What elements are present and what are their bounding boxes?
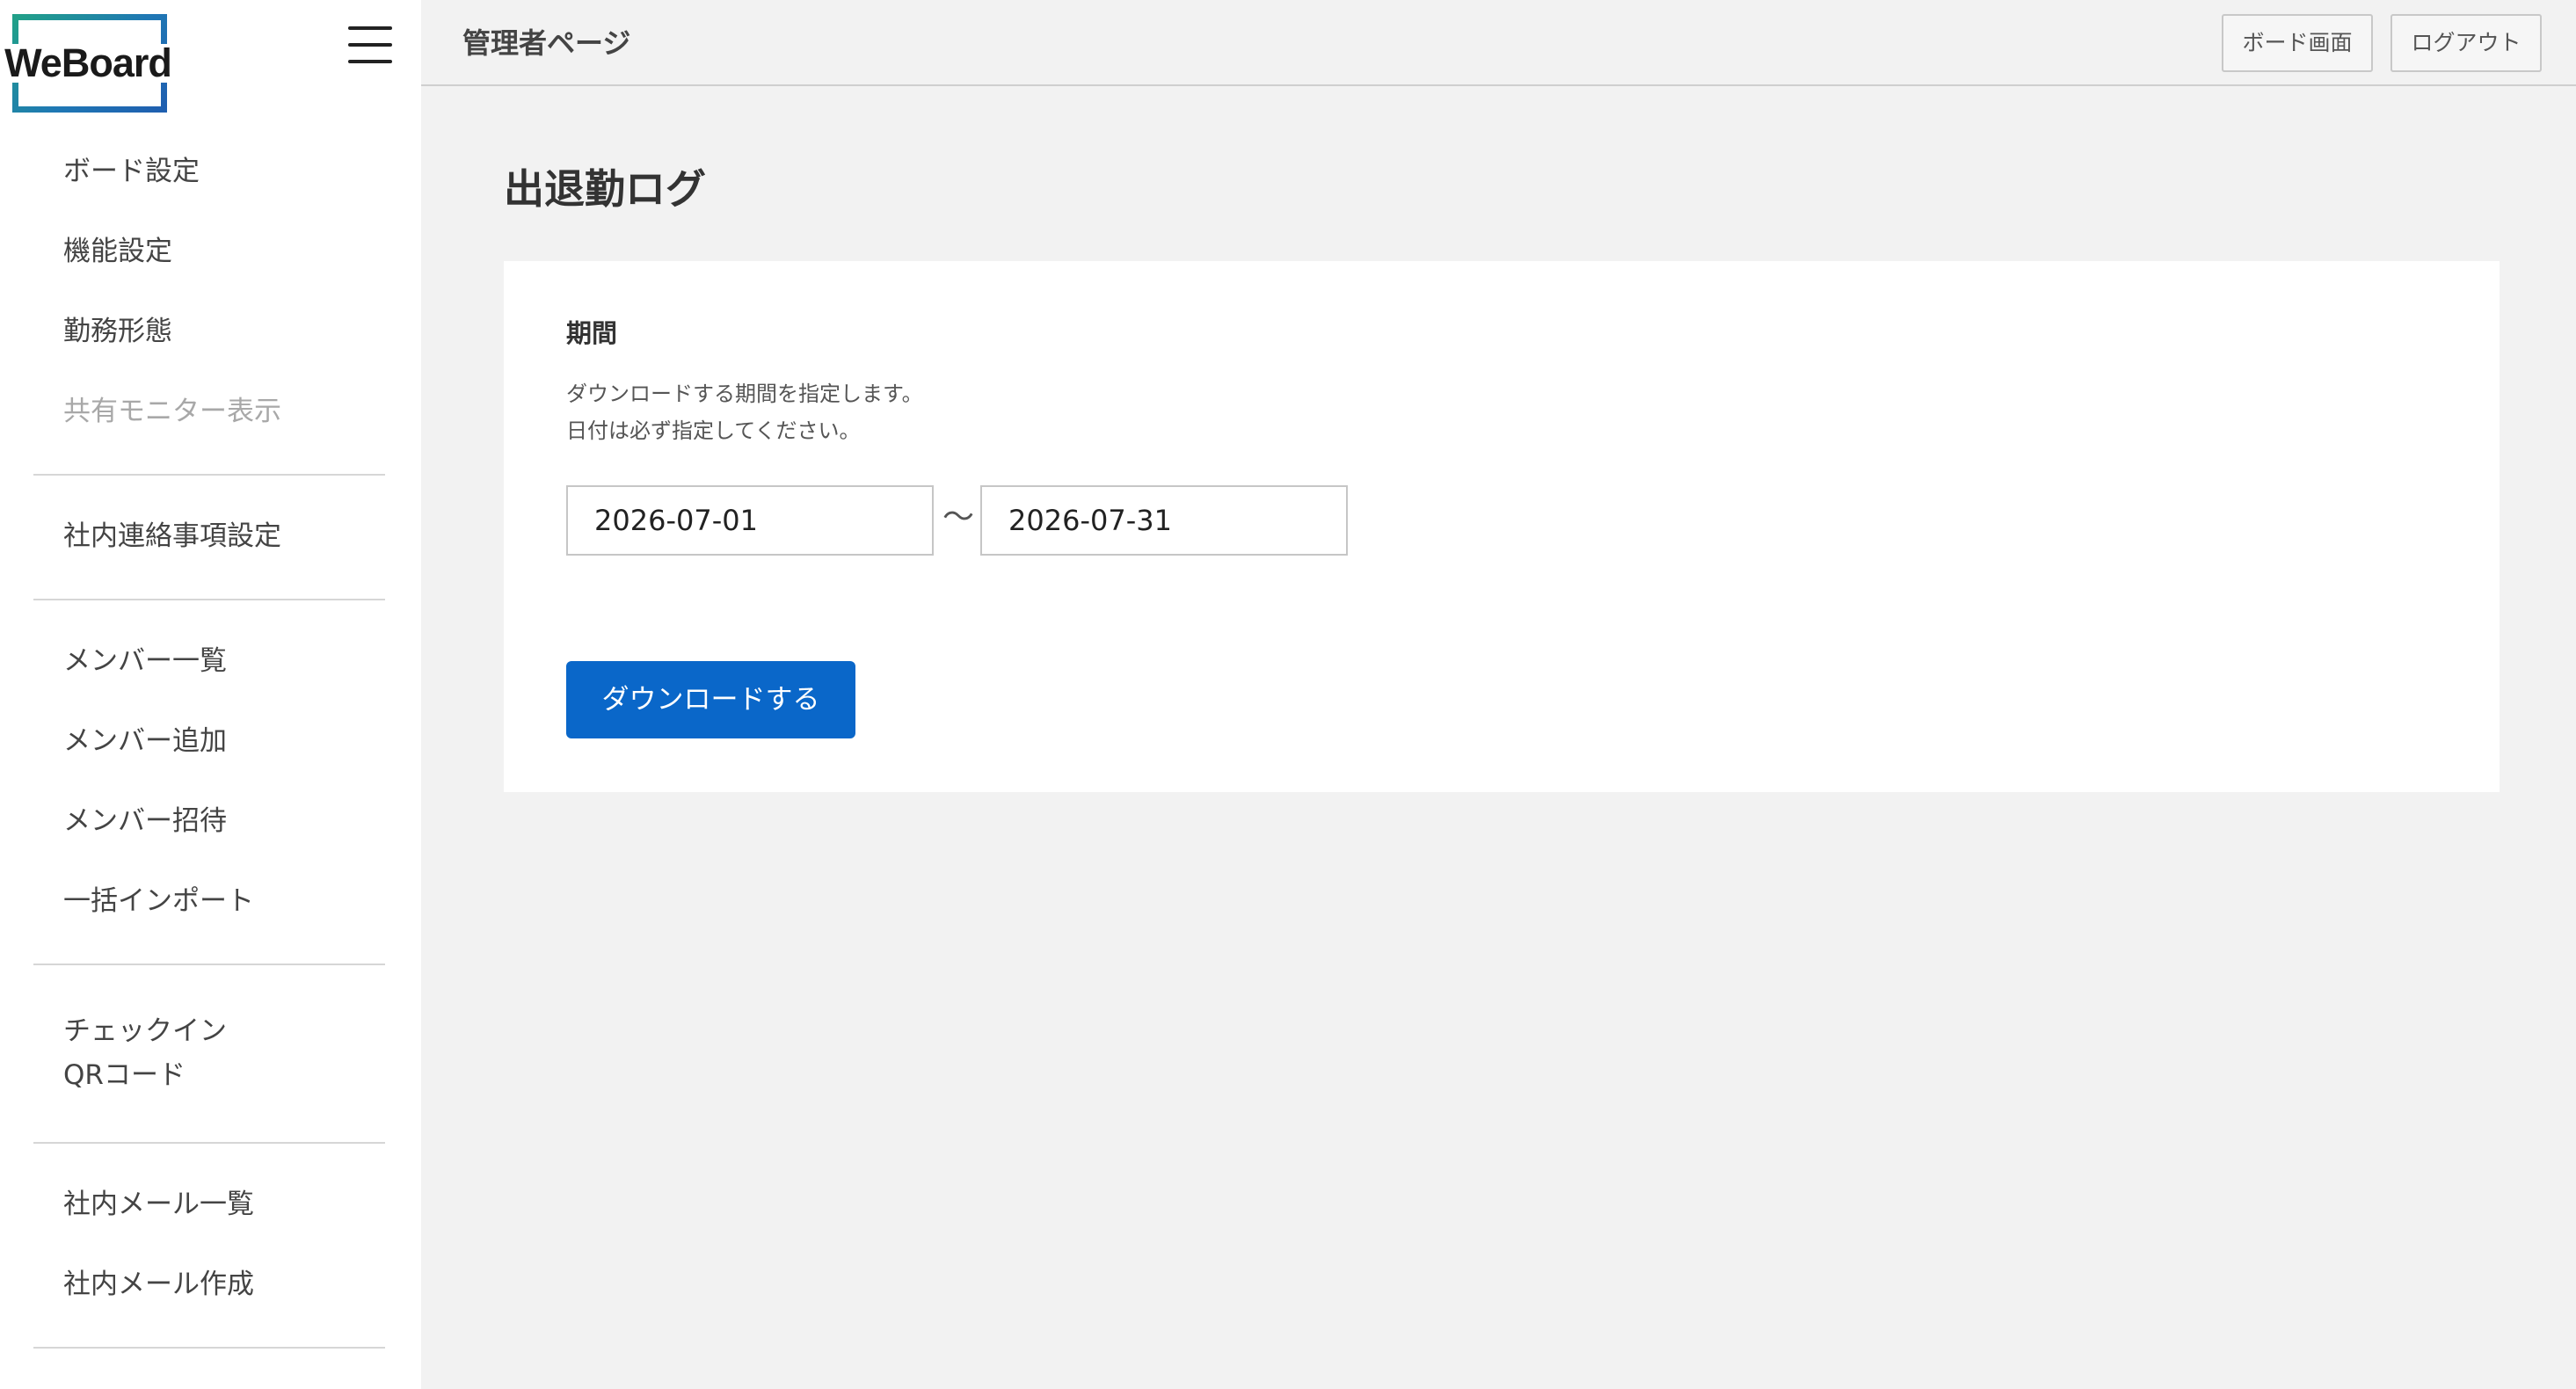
period-label: 期間 (566, 318, 618, 348)
end-date-input[interactable] (980, 485, 1348, 556)
nav-group-board: ボード設定 機能設定 勤務形態 共有モニター表示 (0, 132, 421, 452)
nav-group-members: メンバー一覧 メンバー追加 メンバー招待 一括インポート (0, 622, 421, 942)
nav-divider (33, 1347, 385, 1349)
period-description: ダウンロードする期間を指定します。 日付は必ず指定してください。 (566, 375, 923, 449)
sidebar-item-mail-list[interactable]: 社内メール一覧 (0, 1165, 421, 1245)
sidebar-item-invite-member[interactable]: メンバー招待 (0, 782, 421, 862)
page-title: 出退勤ログ (504, 165, 706, 213)
nav-divider (33, 964, 385, 965)
sidebar-item-feature-settings[interactable]: 機能設定 (0, 212, 421, 292)
sidebar-item-bulk-import[interactable]: 一括インポート (0, 862, 421, 942)
nav-group-checkin: チェックイン QRコード (0, 986, 421, 1120)
hamburger-menu-icon[interactable] (348, 26, 392, 63)
sidebar-item-checkin-qr[interactable]: チェックイン QRコード (0, 986, 421, 1120)
page-header-title: 管理者ページ (462, 26, 631, 60)
sidebar-item-add-member[interactable]: メンバー追加 (0, 702, 421, 782)
sidebar-item-shared-monitor: 共有モニター表示 (63, 396, 281, 427)
period-description-line2: 日付は必ず指定してください。 (566, 418, 861, 443)
sidebar-nav: ボード設定 機能設定 勤務形態 共有モニター表示 社内連絡事項設定 メンバー一覧… (0, 132, 421, 1370)
period-card: 期間 ダウンロードする期間を指定します。 日付は必ず指定してください。 〜 ダウ… (504, 261, 2500, 792)
sidebar: WeBoard ボード設定 機能設定 勤務形態 共有モニター表示 社内連絡事項設… (0, 0, 421, 1389)
logo-text: WeBoard (4, 40, 172, 85)
sidebar-item-label-line2: QRコード (63, 1059, 186, 1091)
download-button[interactable]: ダウンロードする (566, 661, 855, 738)
weboard-logo[interactable]: WeBoard (0, 14, 176, 113)
sidebar-item-board-settings[interactable]: ボード設定 (0, 132, 421, 212)
date-range-separator: 〜 (942, 499, 974, 535)
nav-group-notices: 社内連絡事項設定 (0, 497, 421, 577)
start-date-input[interactable] (566, 485, 934, 556)
sidebar-item-work-styles[interactable]: 勤務形態 (0, 292, 421, 372)
sidebar-item-member-list[interactable]: メンバー一覧 (0, 622, 421, 702)
sidebar-item-internal-notice-settings[interactable]: 社内連絡事項設定 (0, 497, 421, 577)
sidebar-item-label-line1: チェックイン (63, 1015, 227, 1047)
sidebar-item-mail-compose[interactable]: 社内メール作成 (0, 1245, 421, 1325)
top-header: 管理者ページ ボード画面 ログアウト (421, 0, 2576, 86)
nav-divider (33, 599, 385, 600)
logout-button[interactable]: ログアウト (2390, 14, 2542, 72)
period-description-line1: ダウンロードする期間を指定します。 (566, 382, 923, 406)
board-screen-button[interactable]: ボード画面 (2222, 14, 2373, 72)
nav-divider (33, 474, 385, 476)
nav-group-mail: 社内メール一覧 社内メール作成 (0, 1165, 421, 1325)
nav-divider (33, 1142, 385, 1144)
